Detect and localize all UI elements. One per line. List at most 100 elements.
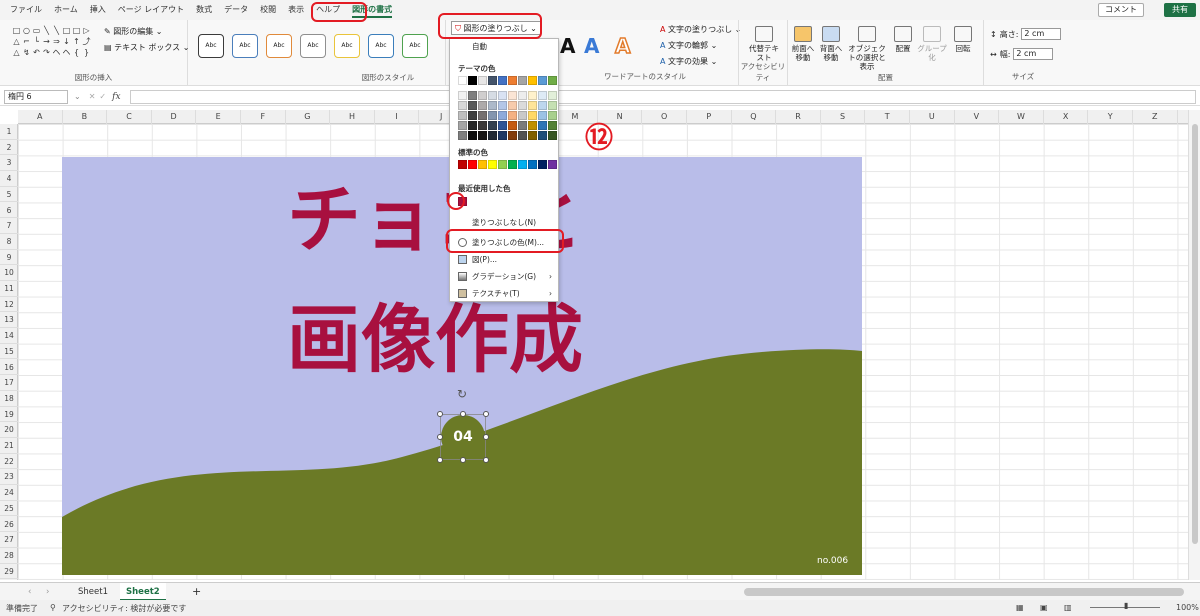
text-outline-button[interactable]: A 文字の輪郭 ⌄	[660, 40, 717, 51]
theme-shade-swatch[interactable]	[488, 101, 497, 110]
zoom-level[interactable]: 100%	[1176, 603, 1199, 612]
theme-shade-swatch[interactable]	[508, 111, 517, 120]
column-header[interactable]: B	[63, 110, 108, 124]
wordart-preset-blue[interactable]: A	[584, 34, 599, 58]
column-header[interactable]: Q	[732, 110, 777, 124]
resize-handle[interactable]	[437, 457, 443, 463]
row-header[interactable]: 13	[0, 312, 18, 329]
row-header[interactable]: 16	[0, 360, 18, 376]
column-header[interactable]: X	[1044, 110, 1089, 124]
row-header[interactable]: 21	[0, 438, 18, 454]
shape-glyph[interactable]: □	[12, 26, 21, 36]
menu-tab[interactable]: ページ レイアウト	[112, 0, 190, 20]
shape-glyph[interactable]: ⌐	[22, 37, 31, 47]
shape-glyph[interactable]: ヘ	[52, 48, 61, 58]
row-header[interactable]: 24	[0, 485, 18, 501]
column-header[interactable]: H	[330, 110, 375, 124]
shape-glyph[interactable]: △	[12, 48, 21, 58]
shape-glyph[interactable]: △	[12, 37, 21, 47]
row-header[interactable]: 17	[0, 375, 18, 391]
theme-color-swatch[interactable]	[538, 76, 547, 85]
theme-shade-swatch[interactable]	[548, 111, 557, 120]
theme-shade-swatch[interactable]	[488, 91, 497, 100]
scroll-left-icon[interactable]: ‹	[22, 583, 37, 601]
theme-shade-swatch[interactable]	[538, 101, 547, 110]
column-header[interactable]: E	[196, 110, 241, 124]
add-sheet-button[interactable]: +	[186, 583, 207, 601]
theme-shade-swatch[interactable]	[498, 91, 507, 100]
theme-shade-swatch[interactable]	[528, 91, 537, 100]
row-header[interactable]: 20	[0, 422, 18, 438]
row-header[interactable]: 7	[0, 218, 18, 234]
theme-shade-swatch[interactable]	[518, 131, 527, 140]
row-header[interactable]: 15	[0, 344, 18, 360]
theme-shade-swatch[interactable]	[478, 111, 487, 120]
shape-glyph[interactable]: ▷	[82, 26, 91, 36]
shape-glyph[interactable]: ▭	[32, 26, 41, 36]
shape-glyph[interactable]: {	[72, 48, 81, 58]
no-fill-item[interactable]: 塗りつぶしなし(N)	[450, 215, 558, 230]
column-header[interactable]: G	[286, 110, 331, 124]
menu-tab[interactable]: 校閲	[254, 0, 282, 20]
shape-gallery[interactable]: □ ○ ▭ ╲ ╲ □ □ ▷ △ ⌐ └ → ⇒ ↓ ↑ ⤴ △ ↯ ↶ ↷ ヘヘ{}	[12, 26, 91, 58]
resize-handle[interactable]	[483, 434, 489, 440]
theme-shade-swatch[interactable]	[518, 101, 527, 110]
shape-style-preset[interactable]: Abc	[334, 34, 360, 58]
menu-tab[interactable]: 数式	[190, 0, 218, 20]
theme-shade-swatch[interactable]	[518, 111, 527, 120]
wordart-preset-black[interactable]: A	[560, 34, 575, 58]
theme-shade-swatch[interactable]	[538, 111, 547, 120]
shape-style-preset[interactable]: Abc	[368, 34, 394, 58]
menu-tab[interactable]: 図形の書式	[346, 0, 398, 20]
shape-glyph[interactable]: □	[72, 26, 81, 36]
shape-style-preset[interactable]: Abc	[232, 34, 258, 58]
shape-glyph[interactable]: }	[82, 48, 91, 58]
row-header[interactable]: 12	[0, 297, 18, 313]
standard-color-swatch[interactable]	[488, 160, 497, 169]
shape-style-preset[interactable]: Abc	[198, 34, 224, 58]
shape-style-preset[interactable]: Abc	[402, 34, 428, 58]
enter-icon[interactable]: ✓	[99, 92, 106, 101]
edit-shape-button[interactable]: ✎ 図形の編集 ⌄	[104, 26, 163, 37]
standard-color-swatch[interactable]	[478, 160, 487, 169]
name-box-dropdown-icon[interactable]: ⌄	[74, 92, 81, 101]
theme-shade-swatch[interactable]	[478, 121, 487, 130]
row-header[interactable]: 19	[0, 407, 18, 423]
theme-color-swatch[interactable]	[498, 76, 507, 85]
theme-shade-swatch[interactable]	[528, 121, 537, 130]
standard-color-swatch[interactable]	[508, 160, 517, 169]
menu-tab[interactable]: データ	[218, 0, 254, 20]
share-button[interactable]: 共有	[1164, 3, 1196, 17]
text-effects-button[interactable]: A 文字の効果 ⌄	[660, 56, 717, 67]
theme-shade-swatch[interactable]	[458, 91, 467, 100]
column-header[interactable]: F	[241, 110, 286, 124]
recent-color-swatch[interactable]	[458, 197, 467, 206]
more-fill-colors-item[interactable]: 塗りつぶしの色(M)...	[450, 235, 558, 250]
theme-color-swatch[interactable]	[548, 76, 557, 85]
column-header[interactable]: U	[910, 110, 955, 124]
insert-function-button[interactable]: fx	[112, 92, 120, 102]
bring-forward-button[interactable]: 前面へ移動	[790, 26, 816, 62]
theme-shade-swatch[interactable]	[468, 121, 477, 130]
theme-shade-swatch[interactable]	[508, 121, 517, 130]
menu-tab[interactable]: 挿入	[84, 0, 112, 20]
row-header[interactable]: 23	[0, 469, 18, 486]
column-header[interactable]: W	[999, 110, 1044, 124]
shape-glyph[interactable]: →	[42, 37, 51, 47]
theme-shade-swatch[interactable]	[548, 91, 557, 100]
vertical-scrollbar[interactable]	[1188, 110, 1200, 580]
sheet-tab-sheet1[interactable]: Sheet1	[72, 583, 114, 601]
rotate-button[interactable]: 回転	[950, 26, 976, 53]
scroll-right-icon[interactable]: ›	[40, 583, 55, 601]
texture-fill-item[interactable]: テクスチャ(T) ›	[450, 286, 558, 301]
gradient-fill-item[interactable]: グラデーション(G) ›	[450, 269, 558, 284]
row-header[interactable]: 8	[0, 234, 18, 250]
shape-glyph[interactable]: ↑	[72, 37, 81, 47]
theme-shade-swatch[interactable]	[498, 121, 507, 130]
standard-color-swatch[interactable]	[538, 160, 547, 169]
row-header[interactable]: 14	[0, 328, 18, 344]
theme-shade-swatch[interactable]	[478, 91, 487, 100]
selected-circle-shape[interactable]: 04	[437, 411, 489, 463]
theme-shade-swatch[interactable]	[468, 101, 477, 110]
theme-shade-swatch[interactable]	[508, 101, 517, 110]
